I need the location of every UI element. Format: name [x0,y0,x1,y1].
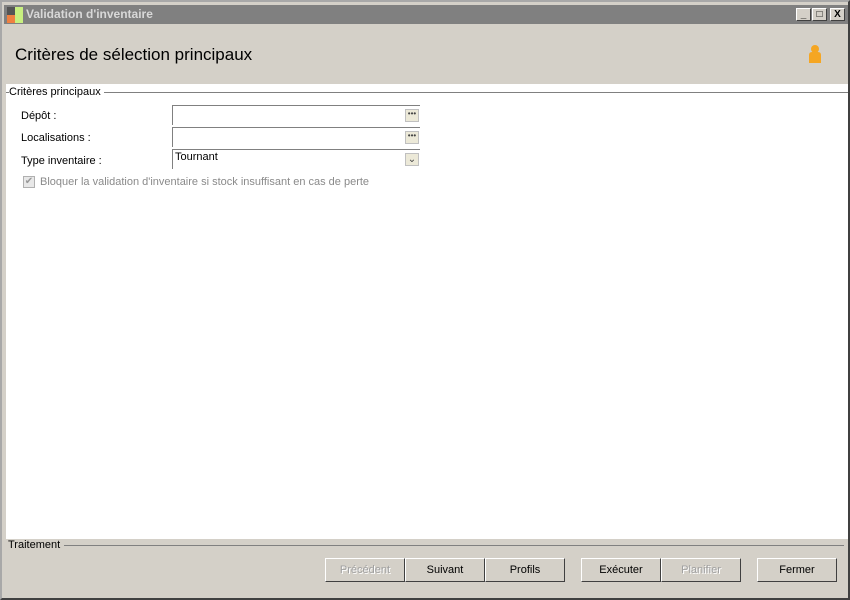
type-inventaire-value: Tournant [175,151,218,163]
footer-label: Traitement [8,539,61,551]
app-icon [7,7,23,23]
depot-label: Dépôt : [21,110,57,122]
window: Validation d'inventaire _ □ X Critères d… [0,0,850,600]
browse-button[interactable]: ••• [405,131,419,144]
criteria-panel: Critères principaux Dépôt : ••• Localisa… [6,84,848,539]
browse-button[interactable]: ••• [405,109,419,122]
close-window-button[interactable]: X [830,8,845,21]
user-icon[interactable] [806,44,824,64]
close-button[interactable]: Fermer [757,558,837,582]
next-button[interactable]: Suivant [405,558,485,582]
previous-button[interactable]: Précédent [325,558,405,582]
footer-divider [64,545,844,546]
minimize-button[interactable]: _ [796,8,811,21]
maximize-button[interactable]: □ [812,8,827,21]
group-label: Critères principaux [9,86,104,98]
chevron-down-icon[interactable]: ⌄ [405,153,419,166]
schedule-button[interactable]: Planifier [661,558,741,582]
header: Critères de sélection principaux [4,24,848,84]
localisations-label: Localisations : [21,132,91,144]
execute-button[interactable]: Exécuter [581,558,661,582]
type-inventaire-label: Type inventaire : [21,155,102,167]
block-validation-label: Bloquer la validation d'inventaire si st… [40,176,370,188]
title-bar[interactable]: Validation d'inventaire _ □ X [4,5,848,24]
group-divider [6,92,848,93]
localisations-field[interactable]: ••• [172,127,420,147]
profiles-button[interactable]: Profils [485,558,565,582]
type-inventaire-select[interactable]: Tournant ⌄ [172,149,420,169]
block-validation-checkbox[interactable]: ✔ [23,176,35,188]
depot-field[interactable]: ••• [172,105,420,125]
page-title: Critères de sélection principaux [15,45,253,64]
window-title: Validation d'inventaire [26,7,153,21]
